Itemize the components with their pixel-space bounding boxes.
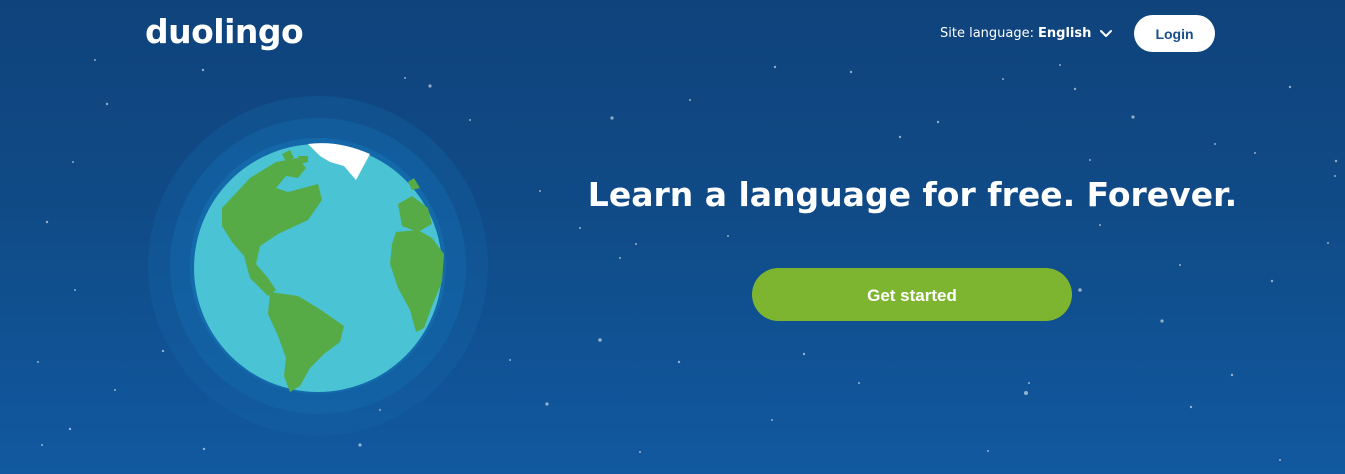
hero-headline: Learn a language for free. Forever. xyxy=(587,175,1238,214)
get-started-button[interactable]: Get started xyxy=(752,268,1072,321)
chevron-down-icon xyxy=(1100,30,1113,37)
site-language-value: English xyxy=(1038,26,1092,41)
globe-illustration xyxy=(148,96,488,436)
site-language-label: Site language: xyxy=(940,26,1034,41)
login-button[interactable]: Login xyxy=(1134,15,1215,52)
site-language-selector[interactable]: Site language: English xyxy=(940,23,1113,45)
duolingo-logo[interactable]: duolingo xyxy=(145,10,304,54)
